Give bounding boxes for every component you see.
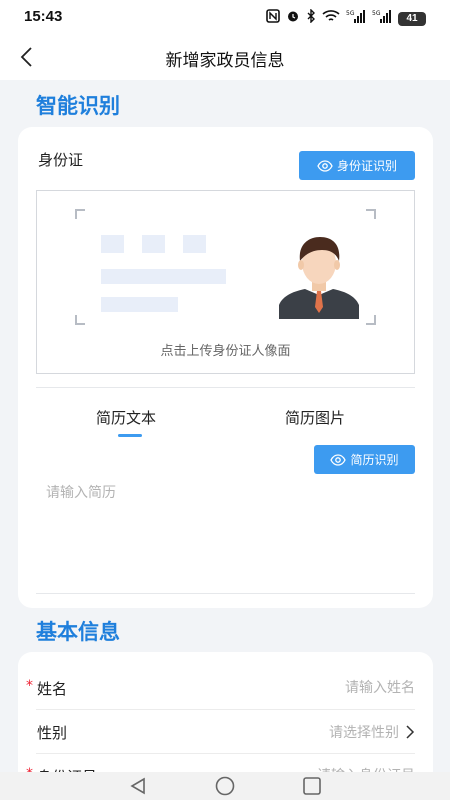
- placeholder-line: [101, 297, 178, 312]
- placeholder-block: [142, 235, 165, 253]
- status-icons: 5G 5G 41: [266, 8, 426, 28]
- placeholder-line: [101, 269, 226, 284]
- gender-select[interactable]: 请选择性别: [329, 722, 415, 742]
- status-bar: 15:43 5G 5G 41: [0, 0, 450, 34]
- upload-hint: 点击上传身份证人像面: [160, 344, 291, 359]
- id-card-label: 身份证: [38, 151, 84, 169]
- eye-icon: [317, 159, 333, 172]
- name-row: * 姓名: [26, 666, 415, 710]
- home-circle-icon[interactable]: [214, 776, 236, 796]
- section-title-smart: 智能识别: [36, 94, 120, 118]
- frame-corner-bl: [75, 315, 85, 325]
- divider: [36, 387, 415, 388]
- svg-text:5G: 5G: [346, 10, 355, 17]
- portrait-icon: [279, 237, 359, 319]
- signal-icon-2: 5G: [372, 9, 392, 28]
- name-input[interactable]: [215, 676, 415, 700]
- signal-icon-1: 5G: [346, 9, 366, 28]
- recents-square-icon[interactable]: [302, 776, 322, 796]
- gender-row[interactable]: 性别 请选择性别: [36, 710, 415, 754]
- resume-text-input[interactable]: [46, 482, 406, 582]
- id-recognize-label: 身份证识别: [336, 159, 397, 173]
- divider: [36, 593, 415, 594]
- id-upload-area[interactable]: 点击上传身份证人像面: [36, 190, 415, 374]
- frame-corner-tl: [75, 209, 85, 219]
- smart-recognition-card: 身份证 身份证识别 点击上传身份证人像面 简历文本 简历图片 简历识别: [18, 127, 433, 608]
- system-nav-bar: [0, 772, 450, 800]
- gender-label: 性别: [37, 724, 68, 742]
- frame-corner-br: [366, 315, 376, 325]
- nfc-icon: [266, 9, 280, 28]
- placeholder-block: [101, 235, 124, 253]
- page-title: 新增家政员信息: [165, 51, 285, 71]
- nav-bar: 新增家政员信息: [0, 34, 450, 80]
- alarm-icon: [286, 9, 300, 28]
- section-title-basic: 基本信息: [36, 620, 120, 644]
- active-tab-indicator: [118, 434, 142, 437]
- resume-recognize-button[interactable]: 简历识别: [314, 445, 415, 474]
- frame-corner-tr: [366, 209, 376, 219]
- gender-placeholder: 请选择性别: [329, 725, 399, 741]
- bluetooth-icon: [306, 8, 316, 28]
- eye-icon: [330, 453, 347, 466]
- required-mark: *: [26, 678, 33, 694]
- wifi-icon: [322, 9, 340, 28]
- placeholder-block: [183, 235, 206, 253]
- tab-resume-image[interactable]: 简历图片: [285, 407, 345, 428]
- name-label: 姓名: [37, 680, 68, 698]
- status-time: 15:43: [24, 8, 63, 25]
- chevron-right-icon: [406, 725, 415, 739]
- id-recognize-button[interactable]: 身份证识别: [299, 151, 415, 180]
- resume-recognize-label: 简历识别: [350, 453, 399, 467]
- back-triangle-icon[interactable]: [128, 776, 148, 796]
- svg-text:5G: 5G: [372, 10, 381, 17]
- battery-indicator: 41: [398, 11, 426, 26]
- tab-resume-text[interactable]: 简历文本: [96, 407, 156, 428]
